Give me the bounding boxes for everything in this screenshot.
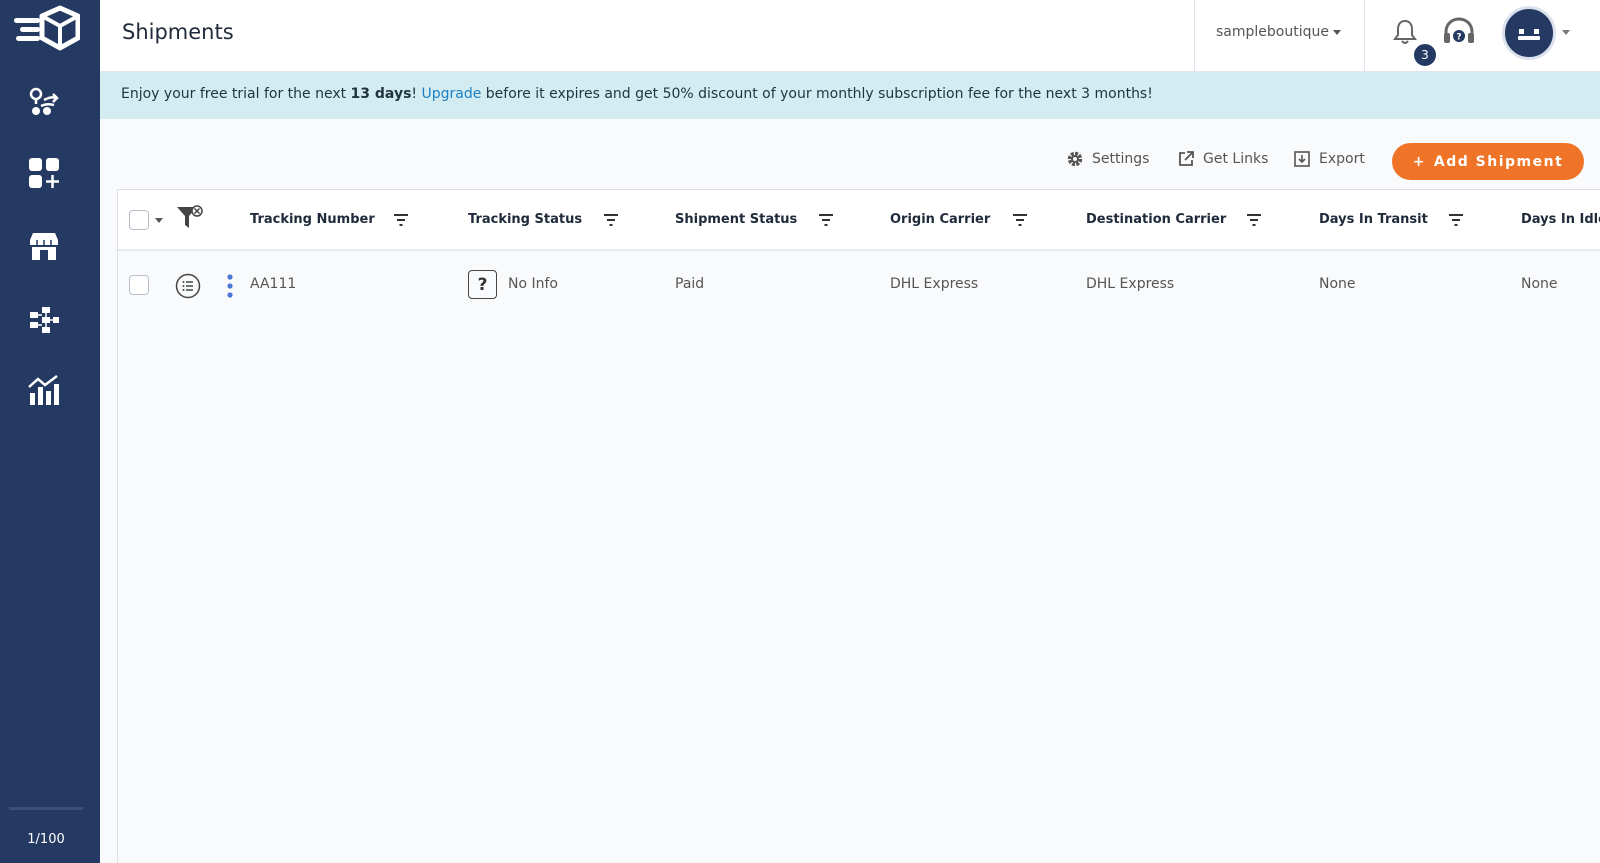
select-all-chevron-down-icon[interactable] <box>155 218 163 223</box>
filter-icon[interactable] <box>819 214 833 226</box>
logo-icon[interactable] <box>12 4 80 52</box>
upgrade-link[interactable]: Upgrade <box>421 86 481 102</box>
tracking-status-cell: No Info <box>508 276 558 292</box>
column-header-destination-carrier[interactable]: Destination Carrier <box>1086 212 1226 227</box>
store-icon <box>30 233 58 260</box>
sidebar-divider <box>9 807 83 810</box>
export-label: Export <box>1319 151 1365 167</box>
filter-icon[interactable] <box>604 214 618 226</box>
bell-icon[interactable] <box>1392 18 1418 46</box>
shipment-status-cell: Paid <box>675 276 705 292</box>
header-divider <box>1364 0 1365 72</box>
filter-icon[interactable] <box>1449 214 1463 226</box>
tracking-number-cell[interactable]: AA111 <box>250 276 296 292</box>
table-header: Tracking Number Tracking Status Shipment… <box>118 190 1600 251</box>
row-menu-kebab-icon[interactable] <box>226 273 234 299</box>
days-in-transit-cell: None <box>1319 276 1356 292</box>
support-headset-icon[interactable]: ? <box>1442 16 1476 48</box>
column-header-origin-carrier[interactable]: Origin Carrier <box>890 212 990 227</box>
gear-icon <box>1067 151 1083 167</box>
notification-badge: 3 <box>1412 42 1438 68</box>
add-apps-icon <box>29 158 59 188</box>
column-header-days-in-transit[interactable]: Days In Transit <box>1319 212 1428 227</box>
trial-days: 13 days <box>350 86 412 102</box>
banner-exclaim: ! <box>411 86 422 102</box>
plus-icon: + <box>1412 153 1426 170</box>
clear-filter-icon[interactable] <box>176 204 204 230</box>
page-title: Shipments <box>122 20 234 44</box>
column-header-tracking-number[interactable]: Tracking Number <box>250 212 375 227</box>
column-header-days-in-idle[interactable]: Days In Idle <box>1521 212 1600 227</box>
add-shipment-button[interactable]: + Add Shipment <box>1392 143 1584 180</box>
usage-count: 1/100 <box>27 832 65 847</box>
analytics-icon <box>28 375 59 405</box>
user-face-icon <box>1518 29 1540 40</box>
route-icon <box>29 87 59 115</box>
select-all-checkbox[interactable] <box>129 210 149 230</box>
sidebar-item-route[interactable] <box>22 80 66 124</box>
trial-banner-text: Enjoy your free trial for the next 13 da… <box>121 86 1153 102</box>
filter-icon[interactable] <box>1013 214 1027 226</box>
header-divider <box>1194 0 1195 72</box>
settings-label: Settings <box>1092 151 1150 167</box>
table-row[interactable]: AA111 ? No Info Paid DHL Express DHL Exp… <box>118 251 1600 321</box>
banner-prefix: Enjoy your free trial for the next <box>121 86 351 102</box>
export-button[interactable]: Export <box>1293 150 1365 168</box>
sidebar-item-analytics[interactable] <box>22 368 66 412</box>
avatar[interactable] <box>1502 6 1556 60</box>
svg-text:?: ? <box>1456 33 1461 43</box>
sidebar-item-hierarchy[interactable] <box>22 298 66 342</box>
filter-icon[interactable] <box>1247 214 1261 226</box>
settings-button[interactable]: Settings <box>1066 150 1149 168</box>
get-links-button[interactable]: Get Links <box>1177 150 1268 168</box>
get-links-label: Get Links <box>1203 151 1269 167</box>
column-header-shipment-status[interactable]: Shipment Status <box>675 212 797 227</box>
filter-icon[interactable] <box>394 214 408 226</box>
destination-carrier-cell: DHL Express <box>1086 276 1175 292</box>
shipments-table: Tracking Number Tracking Status Shipment… <box>117 189 1600 863</box>
store-selector[interactable]: sampleboutique <box>1216 24 1341 40</box>
external-link-icon <box>1179 151 1194 166</box>
avatar-chevron-down-icon[interactable] <box>1562 30 1570 35</box>
download-icon <box>1294 151 1310 167</box>
details-list-icon[interactable] <box>175 273 201 299</box>
banner-suffix: before it expires and get 50% discount o… <box>481 86 1153 102</box>
unknown-status-icon: ? <box>468 270 497 299</box>
sidebar-item-store[interactable] <box>22 224 66 268</box>
hierarchy-icon <box>30 307 59 333</box>
days-in-idle-cell: None <box>1521 276 1558 292</box>
store-name: sampleboutique <box>1216 24 1329 40</box>
row-checkbox[interactable] <box>129 275 149 295</box>
origin-carrier-cell: DHL Express <box>890 276 979 292</box>
sidebar: 1/100 <box>0 0 100 863</box>
trial-banner: Enjoy your free trial for the next 13 da… <box>100 72 1600 119</box>
chevron-down-icon <box>1332 29 1341 35</box>
add-shipment-label: Add Shipment <box>1433 153 1564 170</box>
sidebar-item-apps[interactable] <box>22 151 66 195</box>
top-header: Shipments sampleboutique 3 ? <box>100 0 1600 72</box>
column-header-tracking-status[interactable]: Tracking Status <box>468 212 582 227</box>
